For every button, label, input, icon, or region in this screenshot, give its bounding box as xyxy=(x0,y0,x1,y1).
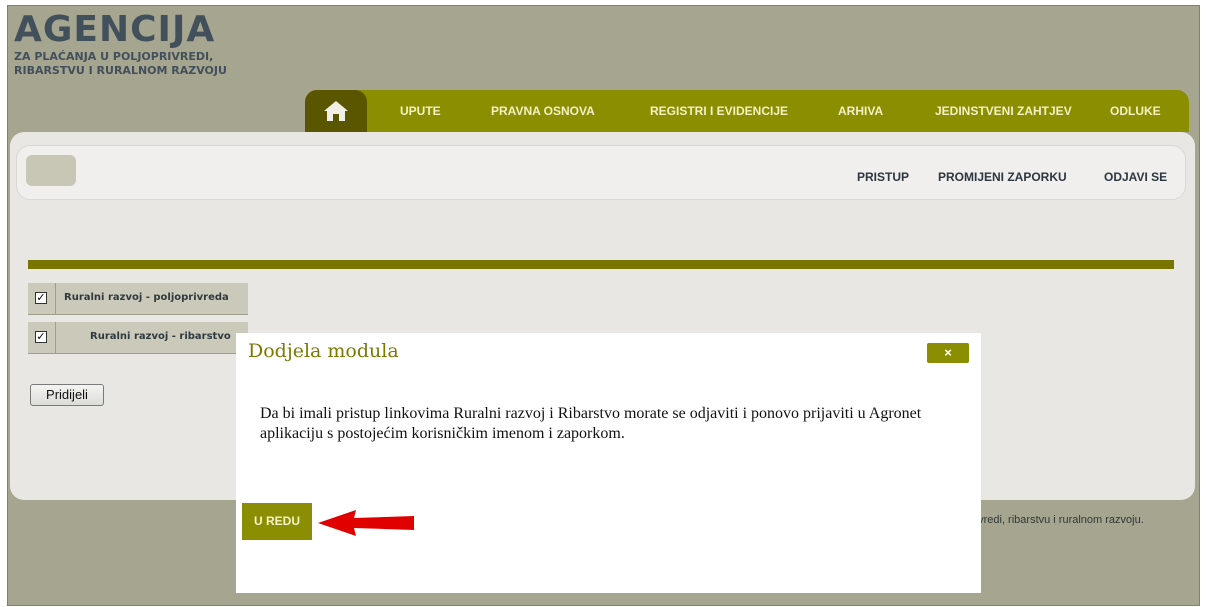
nav-registri[interactable]: REGISTRI I EVIDENCIJE xyxy=(650,90,788,132)
modal-dialog xyxy=(236,333,981,593)
pristup-link[interactable]: PRISTUP xyxy=(857,170,909,184)
ok-button[interactable]: U REDU xyxy=(242,503,312,540)
footer-text: rivredi, ribarstvu i ruralnom razvoju. xyxy=(972,514,1144,526)
modal-title: Dodjela modula xyxy=(248,340,399,362)
nav-arhiva[interactable]: ARHIVA xyxy=(838,90,883,132)
modal-message: Da bi imali pristup linkovima Ruralni ra… xyxy=(260,405,922,442)
nav-upute[interactable]: UPUTE xyxy=(400,90,441,132)
nav-odluke[interactable]: ODLUKE xyxy=(1110,90,1161,132)
promijeni-zaporku-link[interactable]: PROMIJENI ZAPORKU xyxy=(938,170,1067,184)
module-label: Ruralni razvoj - ribarstvo xyxy=(90,331,231,342)
nav-jedinstveni-zahtjev[interactable]: JEDINSTVENI ZAHTJEV xyxy=(935,90,1072,132)
module-checkbox[interactable]: ✓ xyxy=(35,292,47,304)
module-label: Ruralni razvoj - poljoprivreda xyxy=(64,292,229,303)
checkbox-cell: ✓ xyxy=(28,322,56,354)
module-row: ✓ Ruralni razvoj - poljoprivreda xyxy=(28,283,248,315)
red-arrow-icon xyxy=(318,510,414,536)
checkbox-cell: ✓ xyxy=(28,283,56,315)
user-badge xyxy=(26,155,76,186)
nav-home[interactable] xyxy=(305,90,367,132)
nav-pravna-osnova[interactable]: PRAVNA OSNOVA xyxy=(491,90,595,132)
module-checkbox[interactable]: ✓ xyxy=(35,331,47,343)
home-icon xyxy=(324,101,348,121)
pridijeli-button[interactable]: Pridijeli xyxy=(30,384,104,406)
module-row: ✓ Ruralni razvoj - ribarstvo xyxy=(28,322,248,354)
section-divider xyxy=(28,260,1174,269)
logo-subtitle: ZA PLAĆANJA U POLJOPRIVREDI, RIBARSTVU I… xyxy=(14,50,227,77)
close-icon[interactable]: × xyxy=(927,343,969,363)
odjavi-se-link[interactable]: ODJAVI SE xyxy=(1104,170,1167,184)
logo-title: AGENCIJA xyxy=(14,9,216,50)
